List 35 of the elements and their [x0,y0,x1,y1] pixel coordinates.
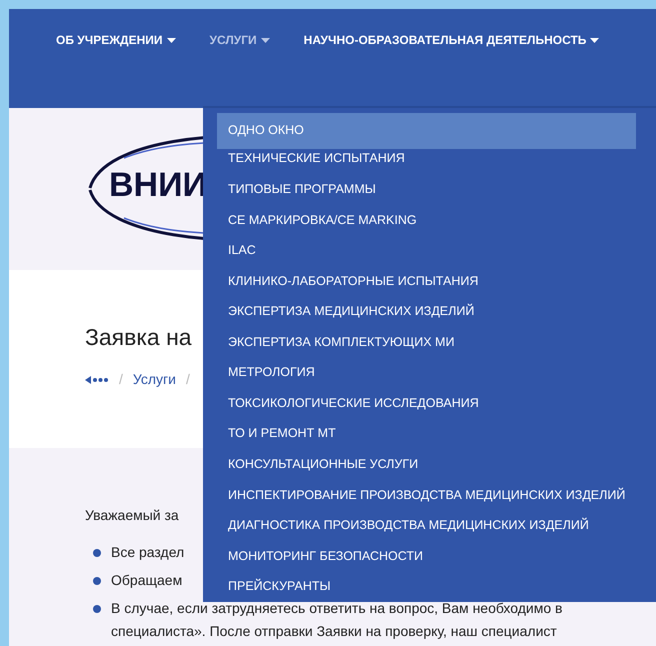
dropdown-menu-item[interactable]: ТОКСИКОЛОГИЧЕСКИЕ ИССЛЕДОВАНИЯ [217,388,636,419]
caret-icon [166,38,176,42]
dropdown-menu-item[interactable]: СЕ МАРКИРОВКА/CE MARKING [217,204,636,236]
dropdown-menu-item[interactable]: ЭКСПЕРТИЗА КОМПЛЕКТУЮЩИХ МИ [217,326,636,358]
dropdown-menu-item[interactable]: МОНИТОРИНГ БЕЗОПАСНОСТИ [217,540,636,572]
dropdown-menu-item[interactable]: КОНСУЛЬТАЦИОННЫЕ УСЛУГИ [217,449,636,480]
breadcrumb-separator: / [186,370,190,389]
nav-menu-item[interactable]: ОБ УЧРЕЖДЕНИИ [56,31,176,49]
bullet-text: Обращаем [111,571,182,590]
home-dots-icon[interactable] [85,376,109,384]
dropdown-menu-item[interactable]: МЕТРОЛОГИЯ [217,357,636,388]
dropdown-menu-item[interactable]: ИНСПЕКТИРОВАНИЕ ПРОИЗВОДСТВА МЕДИЦИНСКИХ ИЗДЕЛИЙ [217,480,636,510]
dropdown-menu-item[interactable]: ТО И РЕМОНТ МТ [217,418,636,450]
bullet-icon [93,576,101,584]
dropdown-menu-item[interactable]: ЭКСПЕРТИЗА МЕДИЦИНСКИХ ИЗДЕЛИЙ [217,296,636,327]
dropdown-menu-item[interactable]: ОДНО ОКНО [217,113,636,148]
dropdown-menu-item[interactable]: КЛИНИКО-ЛАБОРАТОРНЫЕ ИСПЫТАНИЯ [217,266,636,296]
dropdown-menu-item[interactable]: ДИАГНОСТИКА ПРОИЗВОДСТВА МЕДИЦИНСКИХ ИЗДЕЛИЙ [217,510,636,541]
caret-icon [260,38,270,42]
bullet-icon [93,548,101,556]
paragraph-text: специалиста». После отправки Заявки на проверку, наш специалист [111,622,557,641]
logo-text: ВНИИ [109,168,207,202]
nav-menu-item[interactable]: НАУЧНО-ОБРАЗОВАТЕЛЬНАЯ ДЕЯТЕЛЬНОСТЬ [304,31,600,49]
page-title: Заявка на [85,326,192,349]
greeting-text: Уважаемый за [85,506,179,525]
breadcrumb-link[interactable]: Услуги [132,369,176,390]
dropdown-menu-item[interactable]: ILAC [217,235,636,266]
dropdown-menu-item[interactable]: ПРЕЙСКУРАНТЫ [217,571,636,602]
caret-icon [590,38,600,42]
bullet-text: В случае, если затрудняетесь ответить на вопрос, Вам необходимо в [111,599,562,618]
breadcrumb-separator: / [119,370,123,389]
bullet-text: Все раздел [111,543,184,562]
nav-menu-item[interactable]: УСЛУГИ [210,31,270,49]
dropdown-menu-item[interactable]: ТИПОВЫЕ ПРОГРАММЫ [217,174,636,205]
bullet-icon [93,604,101,612]
